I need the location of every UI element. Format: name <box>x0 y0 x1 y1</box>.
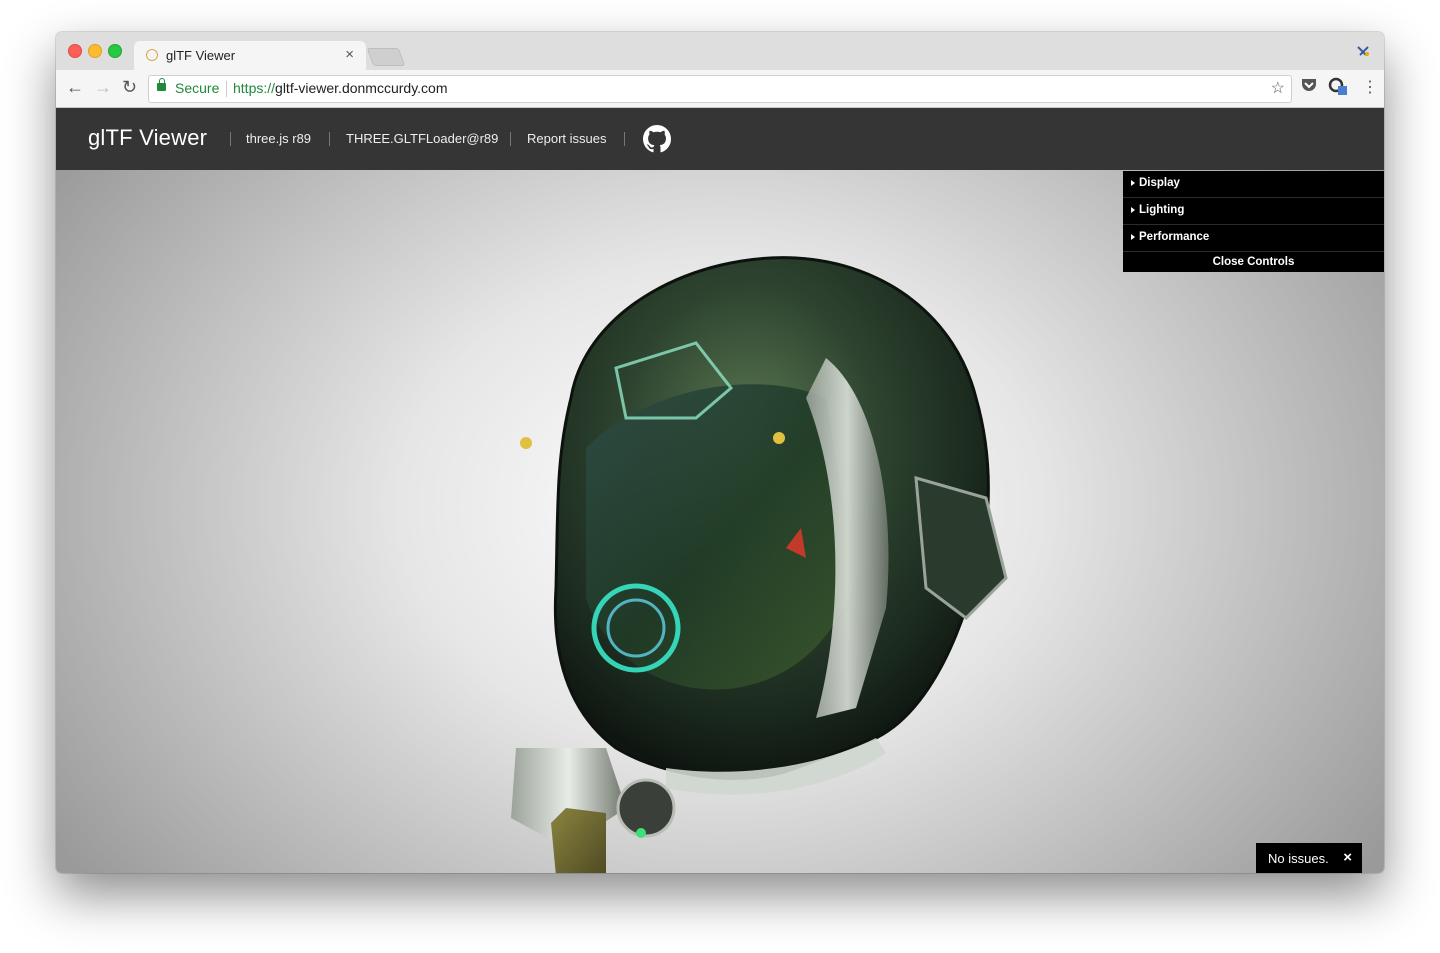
header-divider <box>510 132 511 146</box>
report-issues-link[interactable]: Report issues <box>527 131 606 146</box>
bookmark-star-icon[interactable]: ☆ <box>1271 78 1285 98</box>
triangle-right-icon <box>1131 207 1135 213</box>
helmet-lamp-right <box>773 432 785 444</box>
address-divider <box>226 81 227 97</box>
url-text[interactable]: https://gltf-viewer.donmccurdy.com <box>233 80 448 96</box>
browser-toolbar: ← → ↻ Secure https://gltf-viewer.donmccu… <box>56 70 1384 108</box>
new-tab-button[interactable] <box>366 48 406 66</box>
close-icon[interactable]: × <box>1343 849 1352 866</box>
folder-label: Performance <box>1139 231 1210 243</box>
tab-gltf-viewer[interactable]: glTF Viewer × <box>134 41 366 70</box>
respirator-valve <box>616 778 676 838</box>
favicon-icon <box>146 49 158 61</box>
zoom-window-button[interactable] <box>108 44 122 58</box>
header-divider <box>230 132 231 146</box>
app-title[interactable]: glTF Viewer <box>88 125 207 151</box>
status-message: No issues. <box>1268 851 1329 866</box>
github-icon[interactable] <box>643 125 671 153</box>
browser-window: glTF Viewer × ← → ↻ Secure https://gltf-… <box>56 32 1384 873</box>
tab-title: glTF Viewer <box>166 48 236 63</box>
header-divider <box>624 132 625 146</box>
reload-icon[interactable]: ↻ <box>122 77 137 97</box>
url-host: gltf-viewer.donmccurdy.com <box>275 80 448 96</box>
folder-label: Display <box>1139 177 1180 189</box>
helmet-lamp-left <box>520 437 532 449</box>
folder-lighting[interactable]: Lighting <box>1123 198 1384 225</box>
url-scheme: https:// <box>233 80 276 96</box>
back-icon[interactable]: ← <box>66 77 84 97</box>
app-header: glTF Viewer three.js r89 THREE.GLTFLoade… <box>56 108 1384 170</box>
triangle-right-icon <box>1131 234 1135 240</box>
minimize-window-button[interactable] <box>88 44 102 58</box>
extension-icon[interactable] <box>1328 77 1348 99</box>
triangle-right-icon <box>1131 180 1135 186</box>
helmet-model[interactable] <box>496 248 1016 873</box>
helmet-visor <box>586 384 856 690</box>
pocket-icon[interactable] <box>1300 77 1318 97</box>
close-window-button[interactable] <box>68 44 82 58</box>
header-divider <box>329 132 330 146</box>
profile-icon[interactable] <box>1356 44 1370 61</box>
close-controls-button[interactable]: Close Controls <box>1123 252 1384 272</box>
folder-performance[interactable]: Performance <box>1123 225 1384 252</box>
folder-label: Lighting <box>1139 204 1185 216</box>
menu-icon[interactable]: ⋮ <box>1362 78 1378 98</box>
folder-display[interactable]: Display <box>1123 171 1384 198</box>
secure-label: Secure <box>175 80 220 96</box>
threejs-version-link[interactable]: three.js r89 <box>246 131 311 146</box>
address-bar[interactable]: Secure https://gltf-viewer.donmccurdy.co… <box>148 75 1292 103</box>
controls-panel: Display Lighting Performance Close Contr… <box>1123 171 1384 272</box>
forward-icon[interactable]: → <box>94 77 112 97</box>
tab-close-icon[interactable]: × <box>345 46 354 63</box>
respirator-filter <box>551 808 606 873</box>
lock-icon <box>157 78 166 91</box>
tab-bar: glTF Viewer × <box>56 32 1384 70</box>
viewer-app[interactable]: glTF Viewer three.js r89 THREE.GLTFLoade… <box>56 108 1384 873</box>
valve-light <box>636 828 646 838</box>
validation-status-toast: No issues. × <box>1256 843 1362 873</box>
gltfloader-version-link[interactable]: THREE.GLTFLoader@r89 <box>346 131 498 146</box>
